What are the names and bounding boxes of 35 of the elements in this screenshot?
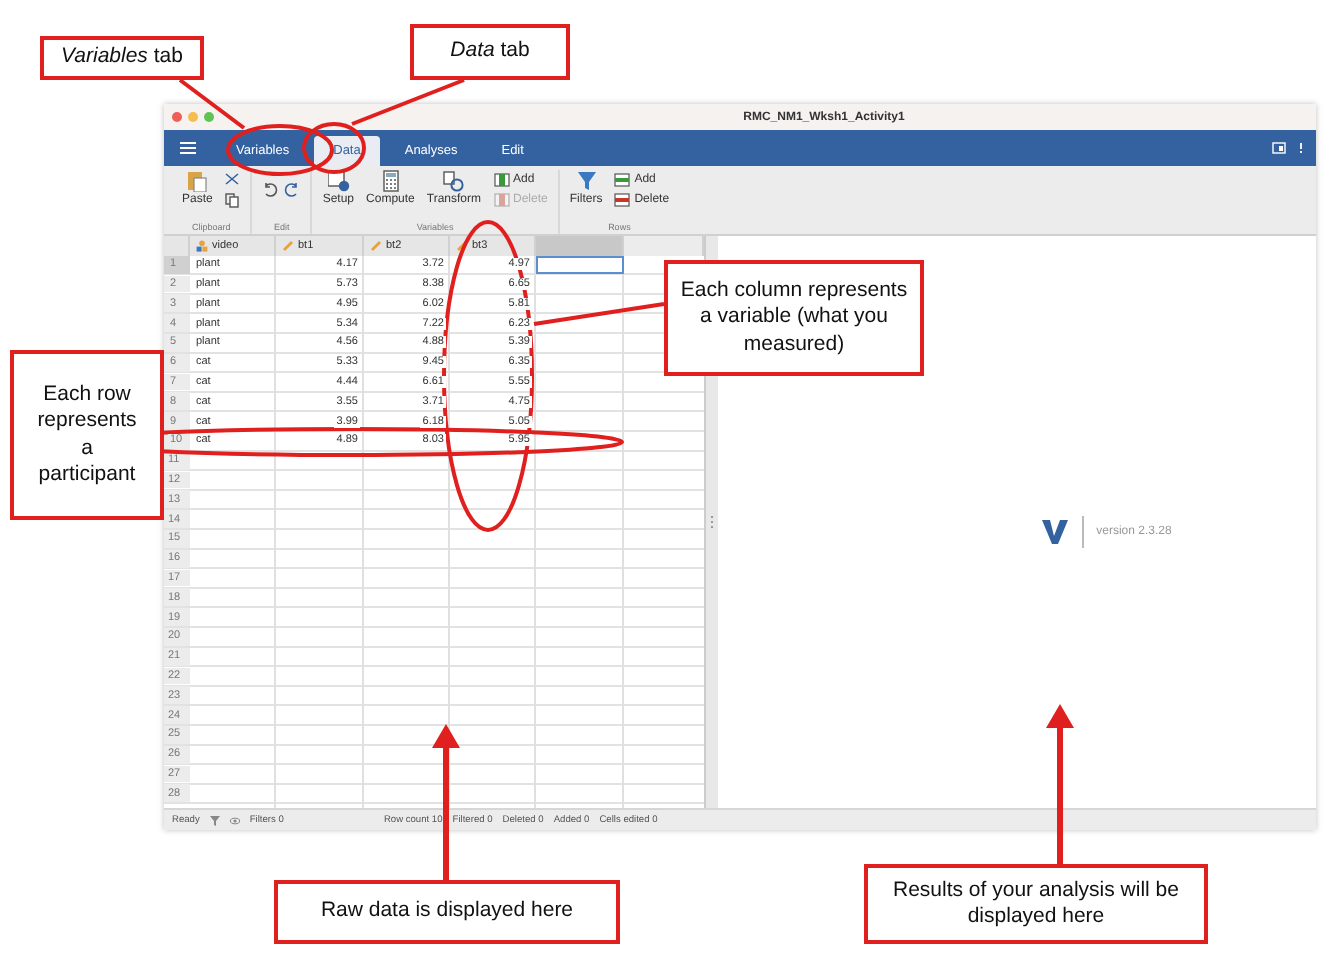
callout-box: Each column represents a variable (what you measured) (664, 260, 924, 376)
clipboard-icon (186, 170, 209, 192)
funnel-icon[interactable] (209, 815, 220, 825)
more-icon[interactable] (1298, 142, 1304, 154)
copy-icon[interactable] (224, 192, 241, 208)
table-gear-icon (327, 170, 350, 192)
eye-icon[interactable] (229, 815, 240, 825)
callout-box: Raw data is displayed here (274, 880, 620, 944)
menu-icon[interactable] (180, 142, 196, 154)
callout-box: Data tab (410, 24, 570, 80)
ruler-icon (282, 239, 294, 252)
callout-box: Variables tab (40, 36, 204, 80)
delete-column-icon (493, 192, 510, 208)
zoom-icon[interactable] (204, 112, 214, 122)
delete-row-icon (614, 192, 631, 208)
redo-icon[interactable] (284, 182, 301, 198)
splitter-handle[interactable] (710, 514, 714, 530)
scissors-icon[interactable] (224, 172, 241, 188)
nominal-icon (196, 239, 208, 252)
callout-box: Results of your analysis will be displayed here (864, 864, 1208, 944)
leader-line (178, 78, 246, 130)
callout-box: Each row represents a participant (10, 350, 164, 520)
close-icon[interactable] (172, 112, 182, 122)
transform-icon (442, 170, 465, 192)
funnel-icon (575, 170, 598, 192)
add-column-icon (493, 172, 510, 188)
calculator-icon (379, 170, 402, 192)
leader-line (533, 302, 665, 326)
ruler-icon (456, 239, 468, 252)
add-row-icon (614, 172, 631, 188)
leader-line (351, 78, 465, 126)
logo-icon (1042, 518, 1071, 546)
window-icon[interactable] (1272, 142, 1286, 154)
undo-icon[interactable] (262, 182, 279, 198)
ruler-icon (370, 239, 382, 252)
